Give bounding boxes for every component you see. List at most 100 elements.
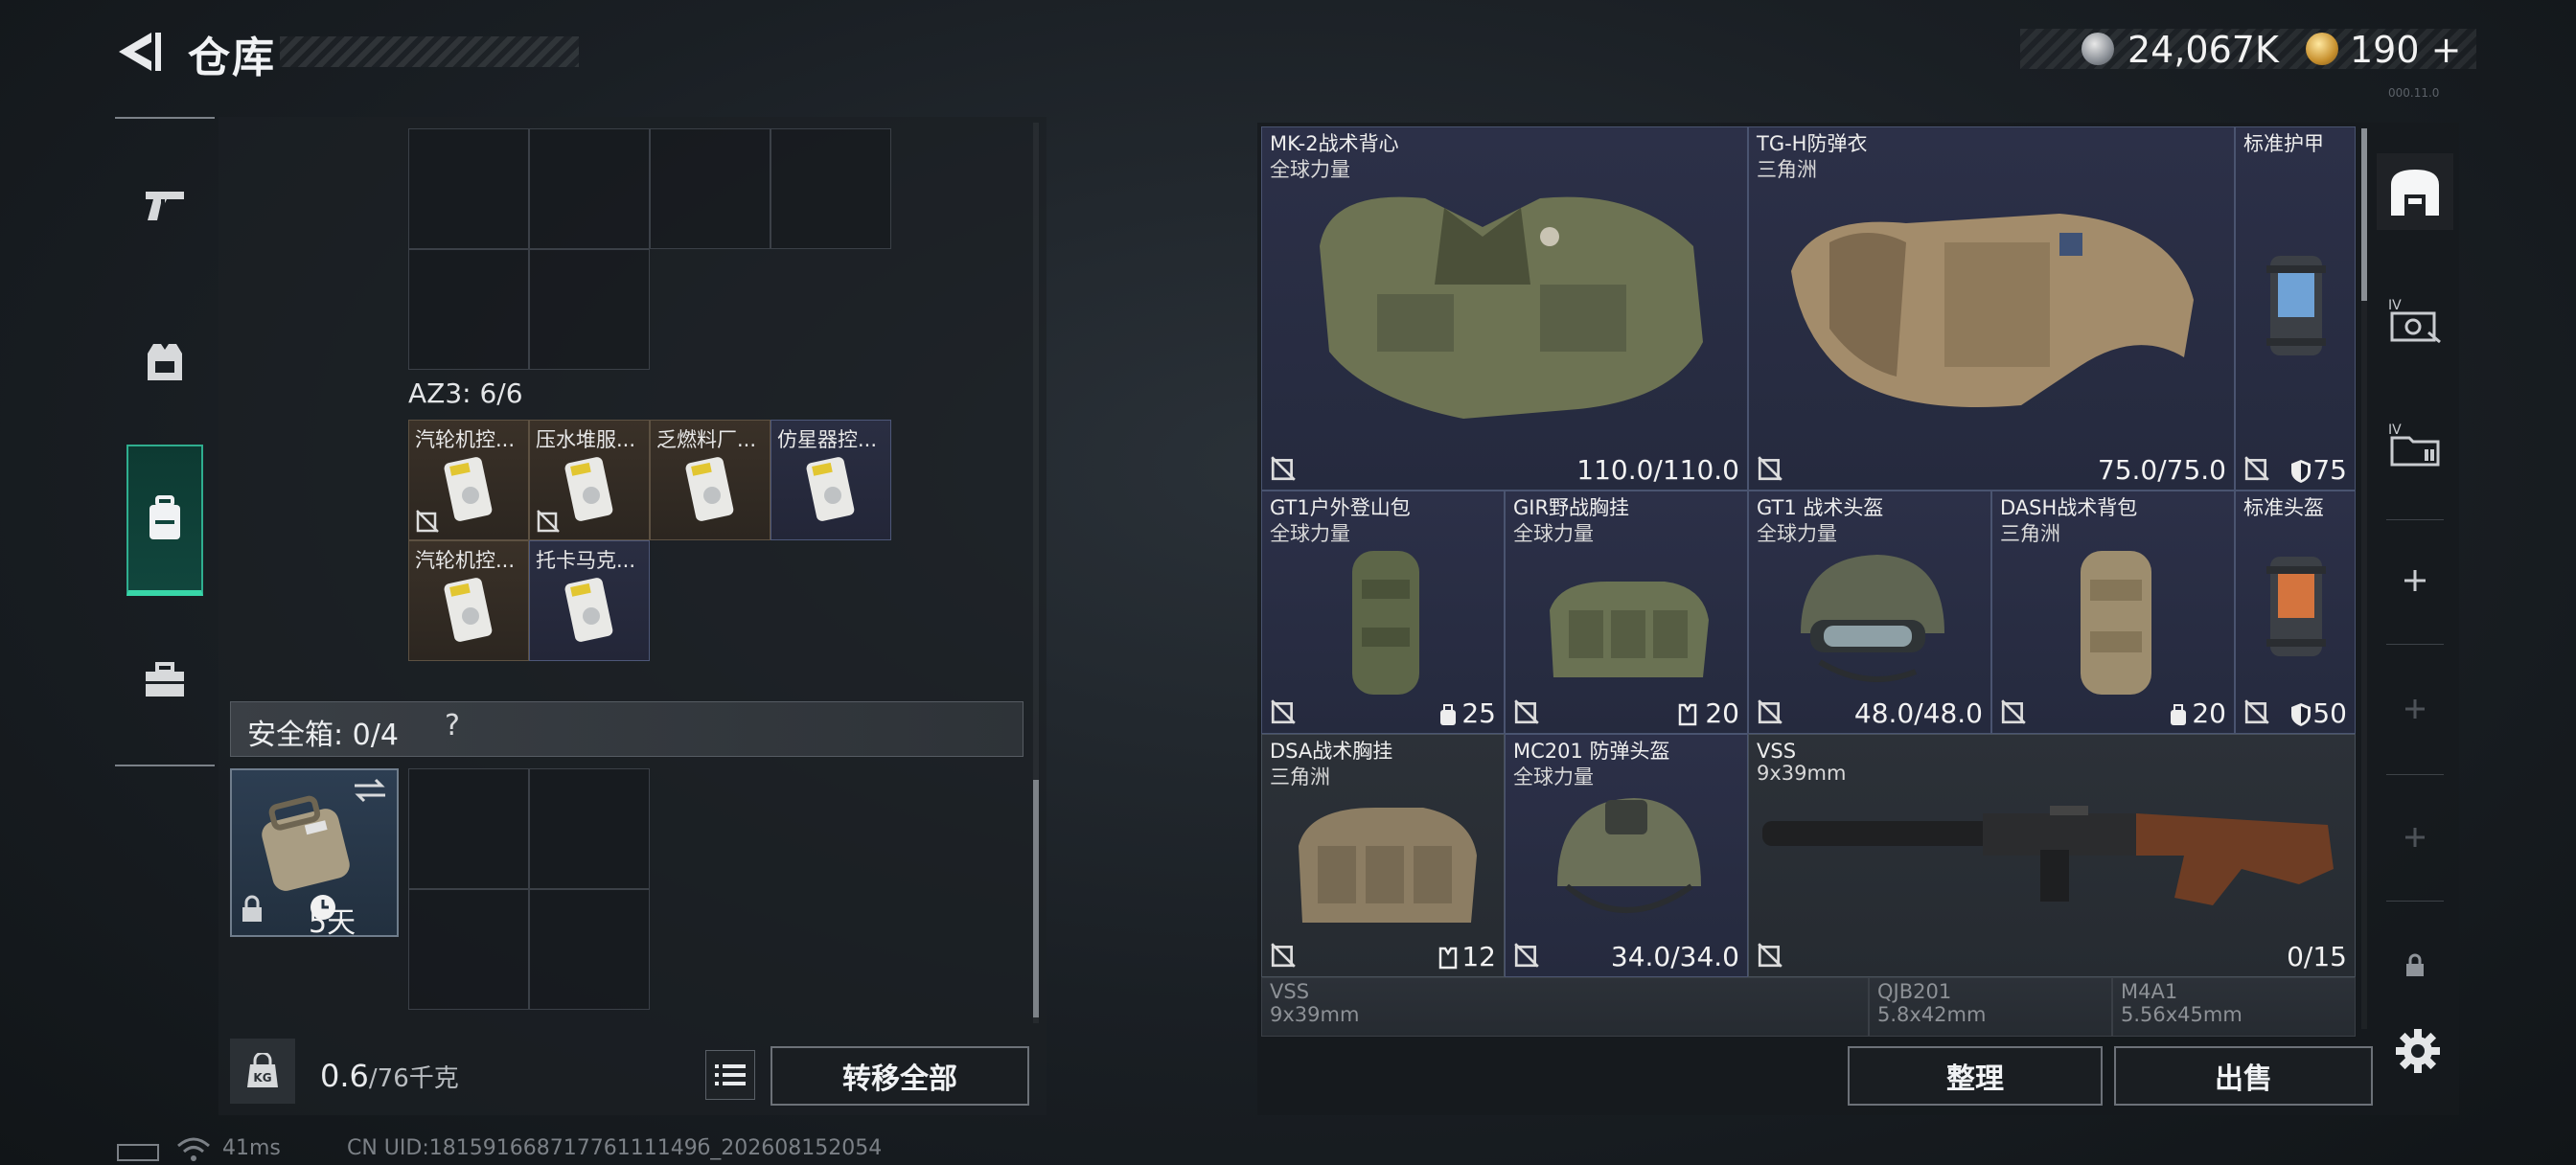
safebox-slot[interactable] bbox=[529, 768, 650, 889]
armor-level-icon bbox=[2291, 460, 2311, 483]
item-name: VSS bbox=[1270, 980, 1310, 1003]
safebox-label: 安全箱: 0/4 bbox=[247, 719, 399, 752]
container-item[interactable]: 仿星器控... bbox=[770, 420, 891, 540]
item-faction: 三角洲 bbox=[1757, 158, 1817, 181]
tab-supplies[interactable] bbox=[126, 613, 203, 747]
uninsured-icon bbox=[2244, 699, 2269, 724]
item-capacity: 20 bbox=[1705, 697, 1739, 729]
uninsured-icon bbox=[1758, 456, 1782, 481]
item-name: DSA战术胸挂 bbox=[1270, 740, 1393, 763]
warehouse-item-qjb201-peek[interactable]: QJB201 5.8x42mm bbox=[1869, 977, 2112, 1037]
warehouse-scroll-thumb[interactable] bbox=[2361, 128, 2367, 301]
safebox-help-button[interactable]: ? bbox=[445, 709, 460, 742]
item-capacity: 20 bbox=[2192, 697, 2226, 729]
capacity-icon bbox=[2171, 704, 2186, 725]
add-warehouse-button[interactable] bbox=[2377, 542, 2453, 619]
warehouse-item-m4a1-peek[interactable]: M4A1 5.56x45mm bbox=[2112, 977, 2356, 1037]
item-name: 标准护甲 bbox=[2243, 132, 2324, 155]
backpack-slot[interactable] bbox=[650, 128, 770, 249]
warehouse-tab-2[interactable]: IV bbox=[2377, 282, 2453, 358]
warehouse-item-standard-helmet[interactable]: 标准头盔 50 bbox=[2235, 491, 2356, 734]
item-ammo-count: 0/15 bbox=[2287, 941, 2347, 972]
container-item[interactable]: 乏燃料厂... bbox=[650, 420, 770, 540]
backpack-slot[interactable] bbox=[529, 249, 650, 370]
rail-separator bbox=[2386, 519, 2444, 520]
svg-text:IV: IV bbox=[2388, 423, 2402, 438]
add-warehouse-button-disabled[interactable] bbox=[2377, 799, 2453, 876]
uninsured-icon bbox=[1758, 943, 1782, 968]
tab-gear[interactable] bbox=[126, 295, 203, 429]
warehouse-tab-main[interactable] bbox=[2377, 153, 2453, 230]
backpack-slot[interactable] bbox=[408, 128, 529, 249]
warehouse-grid: MK-2战术背心 全球力量 110.0/110.0 TG-H防弹衣 三角洲 75… bbox=[1261, 126, 2356, 1037]
backpack-item-icon bbox=[1352, 551, 1419, 695]
gold-value: 190 bbox=[2350, 29, 2420, 71]
data-drive-icon bbox=[685, 457, 734, 521]
warehouse-item-vss-peek[interactable]: VSS 9x39mm bbox=[1261, 977, 1869, 1037]
silver-coin-icon bbox=[2082, 33, 2114, 65]
safebox-slot[interactable] bbox=[408, 768, 529, 889]
safebox-slot[interactable] bbox=[408, 889, 529, 1010]
settings-button[interactable] bbox=[2386, 1019, 2450, 1083]
container-item[interactable]: 汽轮机控... bbox=[408, 540, 529, 661]
warehouse-item-gt1-helmet[interactable]: GT1 战术头盔 全球力量 48.0/48.0 bbox=[1748, 491, 1991, 734]
warehouse-item-standard-armor[interactable]: 标准护甲 75 bbox=[2235, 126, 2356, 491]
item-capacity: 12 bbox=[1461, 941, 1496, 972]
warehouse-item-gir-chestrig[interactable]: GIR野战胸挂 全球力量 20 bbox=[1505, 491, 1748, 734]
container-item[interactable]: 汽轮机控... bbox=[408, 420, 529, 540]
backpack-scroll-thumb[interactable] bbox=[1033, 780, 1039, 1017]
page-title: 仓库 bbox=[188, 34, 276, 82]
data-drive-icon bbox=[444, 578, 493, 642]
warehouse-item-vss-rifle[interactable]: VSS 9x39mm 0/15 bbox=[1748, 734, 2356, 977]
back-button[interactable] bbox=[113, 29, 163, 75]
plus-icon bbox=[2405, 828, 2425, 847]
item-durability: 110.0/110.0 bbox=[1576, 454, 1739, 486]
weight-readout: 0.6/76千克 bbox=[320, 1058, 459, 1094]
item-name: TG-H防弹衣 bbox=[1757, 132, 1868, 155]
warehouse-item-dsa-chestrig[interactable]: DSA战术胸挂 三角洲 12 bbox=[1261, 734, 1505, 977]
tab-backpack[interactable] bbox=[126, 445, 203, 596]
backpack-icon bbox=[150, 495, 180, 539]
warehouse-item-mc201-helmet[interactable]: MC201 防弹头盔 全球力量 34.0/34.0 bbox=[1505, 734, 1748, 977]
warehouse-tab-3[interactable]: IV bbox=[2377, 406, 2453, 483]
vest-icon bbox=[148, 344, 182, 380]
item-caliber: 9x39mm bbox=[1757, 762, 1847, 785]
gear-icon bbox=[2396, 1029, 2440, 1073]
warehouse-icon bbox=[2391, 170, 2439, 216]
backpack-slot[interactable] bbox=[770, 128, 891, 249]
container-item[interactable]: 托卡马克... bbox=[529, 540, 650, 661]
gold-amount[interactable]: 190 + bbox=[2350, 29, 2461, 71]
weight-icon: KG bbox=[230, 1039, 295, 1104]
safebox-slot[interactable] bbox=[529, 889, 650, 1010]
transfer-all-button[interactable]: 转移全部 bbox=[770, 1046, 1029, 1106]
warehouse-item-tgh-armor[interactable]: TG-H防弹衣 三角洲 75.0/75.0 bbox=[1748, 126, 2235, 491]
warehouse-item-gt1-backpack[interactable]: GT1户外登山包 全球力量 25 bbox=[1261, 491, 1505, 734]
item-caliber: 5.56x45mm bbox=[2121, 1003, 2242, 1026]
list-icon bbox=[715, 1064, 746, 1085]
tab-weapons[interactable] bbox=[126, 138, 203, 272]
container-label: AZ3: 6/6 bbox=[408, 377, 523, 409]
swap-icon[interactable] bbox=[351, 776, 389, 805]
warehouse-item-dash-backpack[interactable]: DASH战术背包 三角洲 20 bbox=[1991, 491, 2235, 734]
gold-plus-icon[interactable]: + bbox=[2431, 29, 2462, 71]
svg-text:IV: IV bbox=[2388, 298, 2402, 313]
weight-max: /76千克 bbox=[368, 1064, 459, 1093]
item-caliber: 9x39mm bbox=[1270, 1003, 1360, 1026]
backpack-slot[interactable] bbox=[408, 249, 529, 370]
locked-warehouse-slot[interactable] bbox=[2377, 927, 2453, 1004]
sort-button[interactable]: 整理 bbox=[1848, 1046, 2103, 1106]
list-view-button[interactable] bbox=[705, 1050, 755, 1100]
item-faction: 全球力量 bbox=[1513, 522, 1594, 545]
backpack-slot[interactable] bbox=[529, 128, 650, 249]
item-armor-level: 50 bbox=[2312, 697, 2347, 729]
item-name: 仿星器控... bbox=[777, 428, 878, 451]
container-item[interactable]: 压水堆服... bbox=[529, 420, 650, 540]
item-name: DASH战术背包 bbox=[2000, 496, 2138, 519]
sell-button[interactable]: 出售 bbox=[2114, 1046, 2373, 1106]
safebox-case-icon bbox=[262, 795, 350, 891]
uninsured-icon bbox=[1514, 943, 1539, 968]
warehouse-item-mk2-vest[interactable]: MK-2战术背心 全球力量 110.0/110.0 bbox=[1261, 126, 1748, 491]
chest-rig-icon bbox=[1299, 808, 1477, 923]
item-name: MK-2战术背心 bbox=[1270, 132, 1399, 155]
add-warehouse-button-disabled[interactable] bbox=[2377, 671, 2453, 747]
